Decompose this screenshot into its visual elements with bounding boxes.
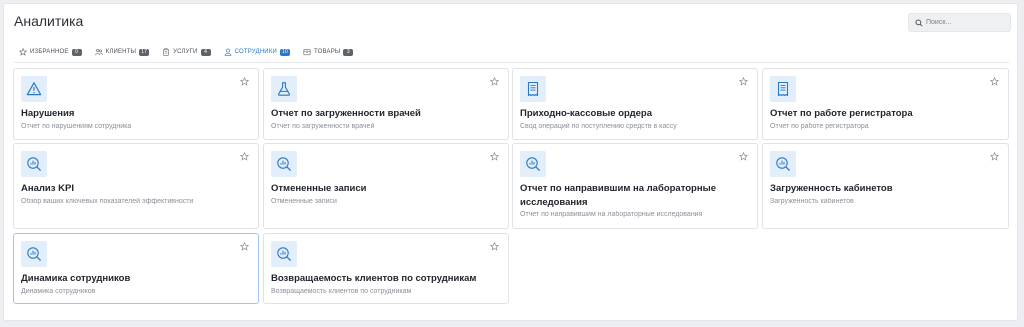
card-description: Возвращаемость клиентов по сотрудникам (271, 288, 412, 295)
card-description: Отчет по загруженности врачей (271, 123, 375, 130)
tab-label: КЛИЕНТЫ (105, 49, 137, 55)
favorite-star-icon[interactable] (490, 77, 499, 86)
search-icon (915, 18, 923, 27)
search-input[interactable] (926, 19, 1006, 26)
chart-search-icon (271, 151, 297, 177)
card-description: Отчет по нарушениям сотрудника (21, 123, 132, 130)
analytics-panel: Аналитика ИЗБРАННОЕ 0 КЛИЕНТЫ 17 (3, 3, 1018, 321)
report-card-kpi-analysis[interactable]: Анализ KPI Обзор ваших ключевых показате… (13, 143, 259, 229)
report-card-doctor-load[interactable]: Отчет по загруженности врачей Отчет по з… (263, 68, 509, 140)
card-description: Загруженность кабинетов (770, 198, 854, 205)
report-card-cabinet-load[interactable]: Загруженность кабинетов Загруженность ка… (762, 143, 1009, 229)
tabs-divider (14, 62, 1009, 63)
favorite-star-icon[interactable] (739, 152, 748, 161)
favorite-star-icon[interactable] (240, 152, 249, 161)
tab-count-badge: 10 (280, 48, 291, 56)
chart-search-icon (21, 151, 47, 177)
card-description: Отмененные записи (271, 198, 337, 205)
tab-label: ИЗБРАННОЕ (30, 49, 69, 55)
card-title: Загруженность кабинетов (770, 183, 893, 194)
receipt-icon (770, 76, 796, 102)
tab-label: УСЛУГИ (173, 49, 198, 55)
tab-services[interactable]: УСЛУГИ 4 (157, 42, 215, 62)
card-title: Приходно-кассовые ордера (520, 108, 652, 119)
star-icon (19, 48, 27, 56)
search-box[interactable] (908, 13, 1011, 32)
tab-count-badge: 17 (139, 48, 150, 56)
tab-bar: ИЗБРАННОЕ 0 КЛИЕНТЫ 17 УСЛУГИ 4 СОТРУДНИ… (14, 42, 361, 63)
card-title: Отчет по направившим на лабораторные исс… (520, 183, 716, 208)
report-card-cancelled-appointments[interactable]: Отмененные записи Отмененные записи (263, 143, 509, 229)
card-title: Возвращаемость клиентов по сотрудникам (271, 273, 477, 284)
tab-employees[interactable]: СОТРУДНИКИ 10 (218, 42, 296, 63)
tab-clients[interactable]: КЛИЕНТЫ 17 (90, 42, 154, 62)
flask-icon (271, 76, 297, 102)
card-title: Отчет по загруженности врачей (271, 108, 421, 119)
receipt-icon (520, 76, 546, 102)
tab-products[interactable]: ТОВАРЫ 3 (298, 42, 358, 62)
box-icon (303, 49, 311, 56)
card-description: Свод операций по поступлению средств в к… (520, 123, 677, 130)
favorite-star-icon[interactable] (490, 152, 499, 161)
users-icon (94, 48, 103, 56)
favorite-star-icon[interactable] (240, 242, 249, 251)
card-title: Отчет по работе регистратора (770, 108, 913, 119)
report-card-cash-receipts[interactable]: Приходно-кассовые ордера Свод операций п… (512, 68, 758, 140)
card-title: Отмененные записи (271, 183, 367, 194)
user-icon (224, 48, 231, 56)
card-title: Анализ KPI (21, 183, 74, 194)
report-card-employee-dynamics[interactable]: Динамика сотрудников Динамика сотруднико… (13, 233, 259, 304)
warning-icon (21, 76, 47, 102)
tab-count-badge: 0 (71, 48, 82, 56)
tab-favorites[interactable]: ИЗБРАННОЕ 0 (14, 42, 87, 62)
tab-label: СОТРУДНИКИ (234, 49, 278, 55)
report-card-registrar-work[interactable]: Отчет по работе регистратора Отчет по ра… (762, 68, 1009, 140)
card-description: Динамика сотрудников (21, 288, 96, 295)
favorite-star-icon[interactable] (990, 152, 999, 161)
tab-count-badge: 3 (343, 48, 354, 56)
card-title: Динамика сотрудников (21, 273, 131, 284)
tab-label: ТОВАРЫ (314, 49, 341, 55)
card-description: Отчет по направившим на лабораторные исс… (520, 211, 703, 218)
favorite-star-icon[interactable] (240, 77, 249, 86)
chart-search-icon (271, 241, 297, 267)
chart-search-icon (770, 151, 796, 177)
page-title: Аналитика (14, 13, 84, 29)
tab-count-badge: 4 (200, 48, 211, 56)
favorite-star-icon[interactable] (490, 242, 499, 251)
report-card-lab-referrals[interactable]: Отчет по направившим на лабораторные исс… (512, 143, 758, 229)
favorite-star-icon[interactable] (739, 77, 748, 86)
chart-search-icon (520, 151, 546, 177)
card-description: Отчет по работе регистратора (770, 123, 869, 130)
favorite-star-icon[interactable] (990, 77, 999, 86)
report-card-violations[interactable]: Нарушения Отчет по нарушениям сотрудника (13, 68, 259, 140)
clipboard-icon (163, 48, 169, 56)
report-card-client-retention[interactable]: Возвращаемость клиентов по сотрудникам В… (263, 233, 509, 304)
card-description: Обзор ваших ключевых показателей эффекти… (21, 198, 194, 205)
chart-search-icon (21, 241, 47, 267)
card-title: Нарушения (21, 108, 75, 119)
